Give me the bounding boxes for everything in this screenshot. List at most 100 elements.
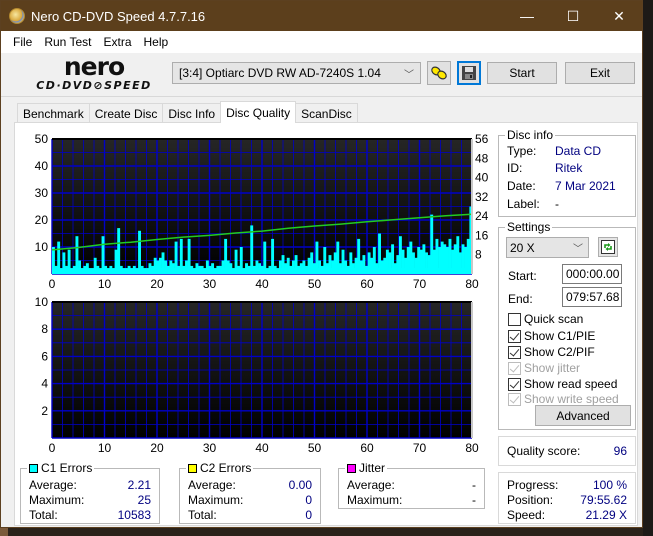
- app-icon: [9, 8, 25, 24]
- speed-select-value: 20 X: [510, 240, 535, 255]
- title-bar: Nero CD-DVD Speed 4.7.7.16 — ☐ ✕: [1, 1, 642, 31]
- minimize-button[interactable]: —: [504, 1, 550, 31]
- progress-box: Progress: 100 % Position: 79:55.62 Speed: 2…: [498, 472, 636, 524]
- checkbox-box: [508, 392, 521, 406]
- c1-chart: 0 10 20 30 40 50 60 70 80 10 20 30 40 50 8 16 24 32 40 48 56: [15, 123, 500, 291]
- checkbox-box: [508, 377, 521, 391]
- y-right-tick-label: 16: [475, 228, 489, 242]
- save-button[interactable]: [457, 61, 481, 85]
- c1-error-bar: [138, 230, 141, 274]
- end-time-value: 079:57.68: [566, 290, 620, 304]
- tab-disc-info[interactable]: Disc Info: [162, 103, 222, 123]
- show-c1-pie-checkbox[interactable]: Show C1/PIE: [508, 329, 595, 343]
- c2-chart: 0 10 20 30 40 50 60 70 80 2 4 6 8 10: [15, 288, 500, 458]
- floppy-disk-icon: [462, 66, 476, 80]
- c1-maximum-value: 25: [137, 493, 151, 507]
- maximize-button[interactable]: ☐: [550, 1, 596, 31]
- c1-total-value: 10583: [117, 508, 151, 522]
- start-label: Start:: [508, 269, 537, 283]
- c1-total-label: Total:: [29, 508, 58, 522]
- tab-benchmark[interactable]: Benchmark: [17, 103, 90, 123]
- refresh-speed-button[interactable]: [598, 237, 618, 257]
- show-jitter-checkbox[interactable]: Show jitter: [508, 361, 580, 375]
- menu-bar: File Run Test Extra Help: [1, 31, 642, 53]
- end-time-input[interactable]: 079:57.68: [562, 287, 622, 307]
- quality-score-value: 96: [613, 444, 627, 458]
- c2-errors-title: C2 Errors: [200, 461, 252, 475]
- c2-errors-group: C2 Errors Average: 0.00 Maximum: 0 Total: 0: [179, 461, 321, 524]
- speed-select[interactable]: 20 X ﹀: [506, 237, 589, 258]
- settings-group: Settings 20 X ﹀ Start: 000:00.00 End: 07…: [498, 220, 636, 430]
- x-tick-label: 20: [150, 441, 164, 455]
- y-right-tick-label: 40: [475, 171, 489, 185]
- jitter-maximum-label: Maximum:: [347, 493, 403, 507]
- x-tick-label: 30: [203, 277, 217, 288]
- date-label: Date:: [507, 179, 536, 193]
- menu-extra[interactable]: Extra: [97, 35, 137, 49]
- chevron-down-icon: ﹀: [573, 244, 583, 255]
- x-tick-label: 20: [150, 277, 164, 288]
- c1-error-baseline: [52, 268, 472, 274]
- window-title: Nero CD-DVD Speed 4.7.7.16: [31, 8, 206, 24]
- exit-button[interactable]: Exit: [565, 62, 635, 84]
- refresh-icon: [601, 240, 615, 254]
- y-tick-label: 20: [35, 213, 49, 227]
- checkbox-box: [508, 361, 521, 375]
- c2-maximum-value: 0: [305, 493, 312, 507]
- y-tick-label: 2: [41, 404, 48, 418]
- tab-scandisc[interactable]: ScanDisc: [295, 103, 358, 123]
- start-button[interactable]: Start: [487, 62, 557, 84]
- nero-logo: nero CD·DVD⊘SPEED: [19, 54, 169, 96]
- c2-chart-svg: 0 10 20 30 40 50 60 70 80 2 4 6 8 10: [35, 295, 479, 455]
- disc-quality-panel: 0 10 20 30 40 50 60 70 80 10 20 30 40 50 8 16 24 32 40 48 56…: [14, 122, 638, 526]
- x-tick-label: 10: [98, 441, 112, 455]
- jitter-color-swatch: [347, 463, 356, 473]
- disc-info-title: Disc info: [507, 128, 554, 142]
- x-tick-label: 10: [98, 277, 112, 288]
- c1-errors-group: C1 Errors Average: 2.21 Maximum: 25 Total:…: [20, 461, 160, 524]
- show-write-speed-checkbox[interactable]: Show write speed: [508, 392, 619, 406]
- maximize-icon: ☐: [566, 7, 580, 24]
- close-icon: ✕: [613, 7, 625, 24]
- y-tick-label: 50: [35, 132, 49, 146]
- advanced-button[interactable]: Advanced: [535, 405, 631, 426]
- speed-label: Speed:: [507, 508, 546, 522]
- position-value: 79:55.62: [580, 493, 627, 507]
- menu-help[interactable]: Help: [138, 35, 175, 49]
- jitter-average-label: Average:: [347, 478, 395, 492]
- y-tick-label: 4: [41, 377, 48, 391]
- show-read-speed-checkbox[interactable]: Show read speed: [508, 377, 617, 391]
- menu-file[interactable]: File: [7, 35, 38, 49]
- tab-bar: Benchmark Create Disc Disc Info Disc Qua…: [17, 101, 358, 123]
- c1-maximum-label: Maximum:: [29, 493, 85, 507]
- drive-select[interactable]: [3:4] Optiarc DVD RW AD-7240S 1.04 ﹀: [172, 62, 421, 84]
- jitter-title: Jitter: [359, 461, 386, 475]
- label-label: Label:: [507, 197, 540, 211]
- quality-score-box: Quality score: 96: [498, 436, 636, 466]
- c2-average-value: 0.00: [288, 478, 312, 492]
- start-time-input[interactable]: 000:00.00: [562, 264, 622, 284]
- logo-product: CD·DVD⊘SPEED: [36, 79, 152, 92]
- tab-disc-quality[interactable]: Disc Quality: [220, 101, 297, 123]
- y-right-tick-label: 32: [475, 190, 489, 204]
- checkbox-label: Show C2/PIF: [524, 345, 595, 359]
- show-c2-pif-checkbox[interactable]: Show C2/PIF: [508, 345, 595, 359]
- x-tick-label: 80: [465, 277, 479, 288]
- disc-info-group: Disc info Type: Data CD ID: Ritek Date: 7 M…: [498, 128, 636, 217]
- y-tick-label: 10: [35, 240, 49, 254]
- disc-eject-button[interactable]: [427, 61, 451, 85]
- tab-create-disc[interactable]: Create Disc: [88, 103, 164, 123]
- checkbox-label: Show jitter: [524, 361, 581, 375]
- x-tick-label: 40: [255, 277, 269, 288]
- progress-label: Progress:: [507, 478, 559, 492]
- close-button[interactable]: ✕: [596, 1, 642, 31]
- c2-total-value: 0: [305, 508, 312, 522]
- checkbox-label: Show write speed: [524, 392, 619, 406]
- type-value: Data CD: [555, 144, 602, 158]
- menu-run-test[interactable]: Run Test: [38, 35, 97, 49]
- quick-scan-checkbox[interactable]: Quick scan: [508, 312, 583, 326]
- jitter-maximum-value: -: [472, 493, 476, 507]
- chevron-down-icon: ﹀: [404, 69, 414, 81]
- id-label: ID:: [507, 161, 523, 175]
- desktop-background-right: [643, 0, 653, 536]
